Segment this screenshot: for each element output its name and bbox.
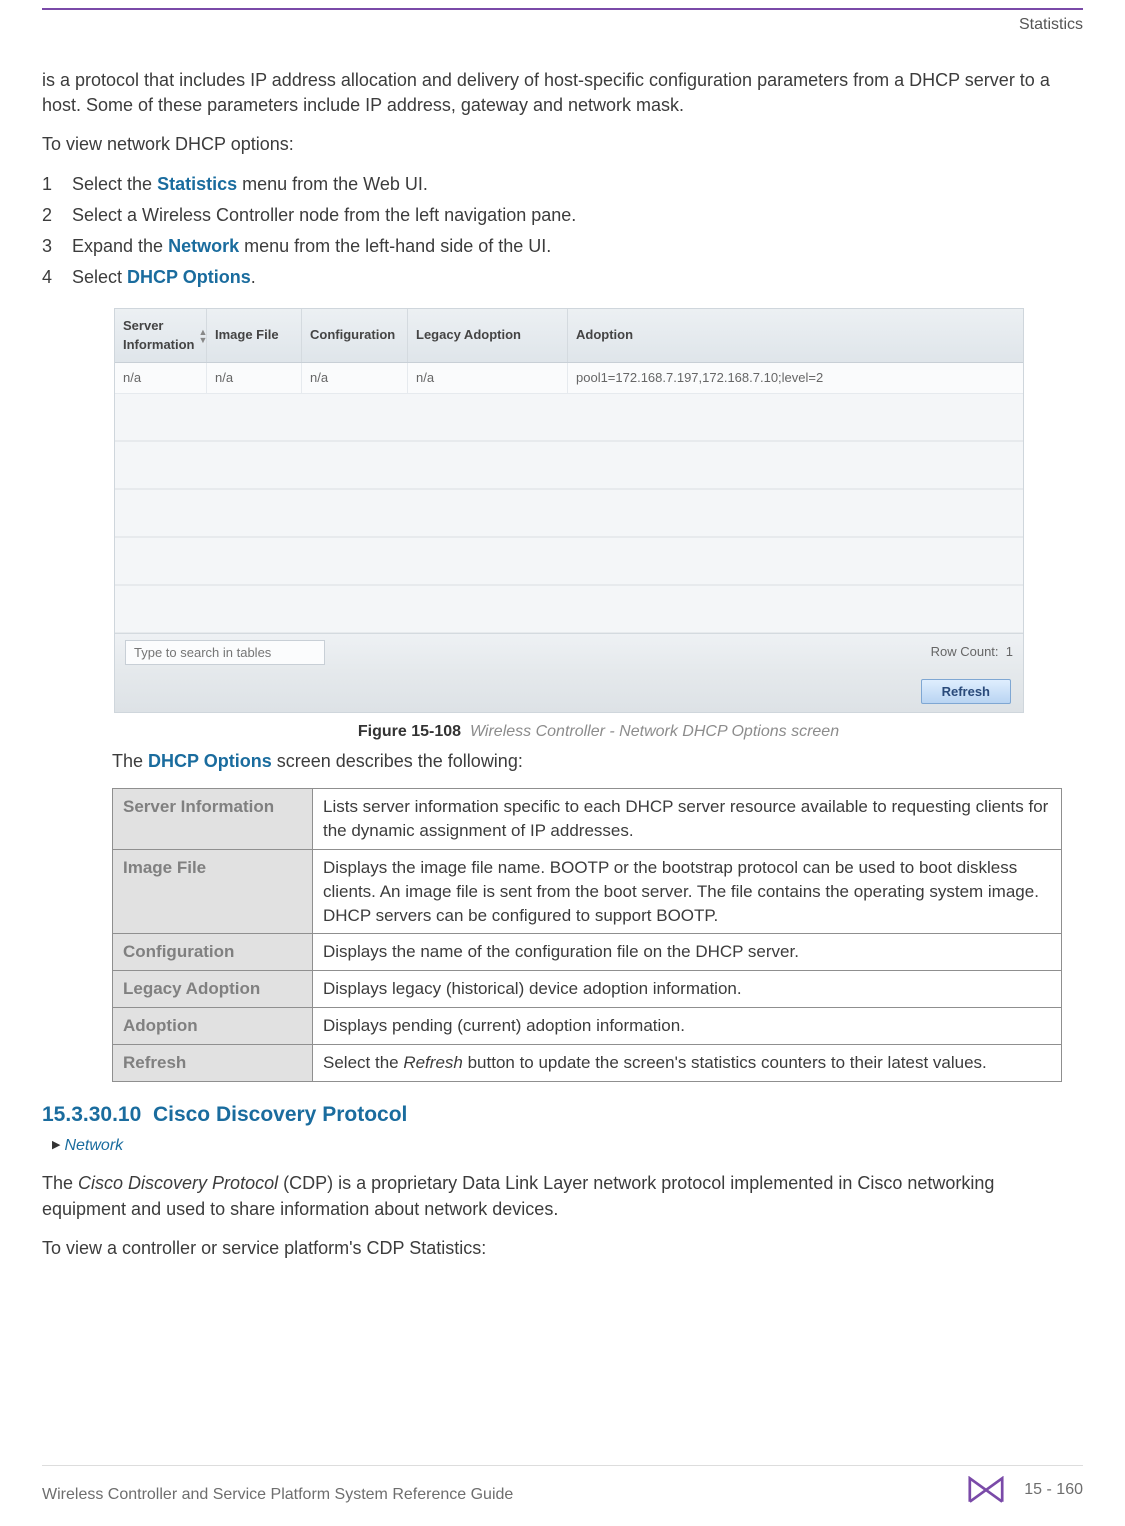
intro-paragraph: is a protocol that includes IP address a…	[42, 68, 1083, 118]
step-text: Expand the Network menu from the left-ha…	[72, 234, 551, 259]
col-server-info[interactable]: Server Information▲▼	[115, 309, 207, 361]
table-row: Server InformationLists server informati…	[113, 789, 1062, 850]
breadcrumb: ▶ Network	[52, 1135, 1083, 1157]
logo-icon	[968, 1476, 1004, 1504]
dhcp-options-screenshot: Server Information▲▼ Image File Configur…	[114, 308, 1024, 713]
table-row: AdoptionDisplays pending (current) adopt…	[113, 1008, 1062, 1045]
step-num: 1	[42, 172, 58, 197]
col-legacy-adoption[interactable]: Legacy Adoption	[408, 309, 568, 361]
figure-caption: Figure 15-108 Wireless Controller - Netw…	[114, 721, 1083, 743]
step-text: Select a Wireless Controller node from t…	[72, 203, 576, 228]
table-row: ConfigurationDisplays the name of the co…	[113, 934, 1062, 971]
table-row: Legacy AdoptionDisplays legacy (historic…	[113, 971, 1062, 1008]
table-search-input[interactable]	[125, 640, 325, 665]
col-adoption[interactable]: Adoption	[568, 309, 1023, 361]
row-count: Row Count: 1	[931, 643, 1013, 661]
steps-list: 1 Select the Statistics menu from the Web…	[42, 172, 1083, 291]
col-image-file[interactable]: Image File	[207, 309, 302, 361]
refresh-button[interactable]: Refresh	[921, 679, 1011, 704]
section-heading: 15.3.30.10 Cisco Discovery Protocol	[42, 1100, 1083, 1129]
footer-title: Wireless Controller and Service Platform…	[42, 1486, 513, 1504]
step-num: 3	[42, 234, 58, 259]
header-section: Statistics	[42, 16, 1083, 34]
description-table: Server InformationLists server informati…	[112, 788, 1062, 1081]
breadcrumb-link[interactable]: Network	[64, 1137, 123, 1154]
step-text: Select DHCP Options.	[72, 265, 256, 290]
step-text: Select the Statistics menu from the Web …	[72, 172, 428, 197]
step-num: 2	[42, 203, 58, 228]
table-row[interactable]: n/a n/a n/a n/a pool1=172.168.7.197,172.…	[115, 363, 1023, 394]
desc-lead: The DHCP Options screen describes the fo…	[112, 749, 1083, 774]
cdp-paragraph: The Cisco Discovery Protocol (CDP) is a …	[42, 1171, 1083, 1221]
lead-paragraph: To view network DHCP options:	[42, 132, 1083, 157]
step-num: 4	[42, 265, 58, 290]
triangle-icon: ▶	[52, 1138, 60, 1153]
page-number: 15 - 160	[1024, 1481, 1083, 1499]
table-row: RefreshSelect the Refresh button to upda…	[113, 1044, 1062, 1081]
empty-rows	[115, 394, 1023, 634]
table-row: Image FileDisplays the image file name. …	[113, 850, 1062, 934]
cdp-lead: To view a controller or service platform…	[42, 1236, 1083, 1261]
col-configuration[interactable]: Configuration	[302, 309, 408, 361]
